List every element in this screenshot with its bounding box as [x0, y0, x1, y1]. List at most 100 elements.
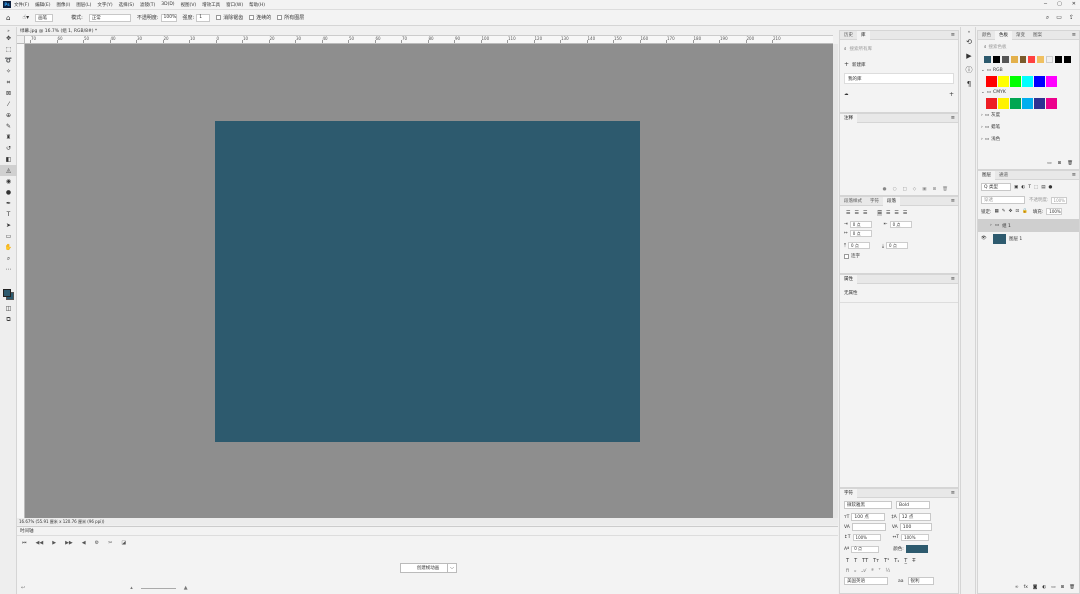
record-icon[interactable]: ● — [883, 187, 887, 192]
panel-menu-icon[interactable]: ≡ — [951, 198, 958, 204]
transition-icon[interactable]: ◪ — [121, 540, 126, 546]
tab-channels[interactable]: 通道 — [995, 171, 1012, 180]
convert-icon[interactable]: ↩ — [21, 585, 25, 591]
text-color-swatch[interactable] — [905, 545, 928, 553]
recent-swatch[interactable] — [1046, 56, 1054, 63]
tab-history[interactable]: 历史 — [840, 31, 857, 40]
tab-color[interactable]: 颜色 — [978, 31, 995, 40]
paint-bucket-icon[interactable]: ◬ — [0, 165, 17, 176]
first-line-field[interactable]: 0 点 — [849, 230, 872, 237]
crop-tool-icon[interactable]: ⌗ — [0, 77, 17, 88]
tab-gradients[interactable]: 渐变 — [1012, 31, 1029, 40]
hyphenate-checkbox[interactable] — [844, 253, 849, 259]
swatch[interactable] — [1046, 98, 1057, 109]
chevron-right-icon[interactable]: › — [990, 223, 992, 228]
all-layers-checkbox[interactable] — [277, 15, 283, 20]
tab-paragraph[interactable]: 段落 — [883, 196, 900, 206]
workspace-icon[interactable]: ▭ — [1056, 14, 1062, 22]
split-icon[interactable]: ✂ — [108, 540, 112, 546]
diamond-icon[interactable]: ◇ — [913, 187, 916, 192]
language-dropdown[interactable]: 美国英语 — [844, 577, 888, 585]
tab-libraries[interactable]: 库 — [857, 30, 870, 40]
layer-name[interactable]: 组 1 — [1002, 223, 1011, 229]
document-tab[interactable]: 绿幕.jpg @ 16.7% (组 1, RGB/8#) * — [17, 27, 833, 36]
swash-icon[interactable]: 𝒜 — [861, 568, 866, 574]
swatch-group-gray[interactable]: › ▭ 灰度 — [978, 109, 1079, 121]
justify-center-icon[interactable]: ☰ — [886, 210, 890, 216]
faux-italic-icon[interactable]: T — [854, 558, 857, 564]
create-library-button[interactable]: 新建库 — [852, 62, 866, 68]
pen-tool-icon[interactable]: ✒ — [0, 198, 17, 209]
panel-menu-icon[interactable]: ≡ — [951, 276, 958, 282]
zoom-in-icon[interactable]: ▲ — [184, 585, 188, 591]
new-layer-icon[interactable]: ⊞ — [1061, 585, 1065, 590]
align-center-icon[interactable]: ☰ — [854, 210, 858, 216]
tracking-field[interactable]: 100 — [899, 523, 932, 531]
filter-type-icon[interactable]: T — [1028, 185, 1031, 190]
marquee-tool-icon[interactable]: ⬚ — [0, 44, 17, 55]
recent-swatch[interactable] — [1028, 56, 1036, 63]
recent-swatch[interactable] — [1019, 56, 1027, 63]
horizontal-scale-field[interactable]: 100% — [901, 534, 930, 541]
strikethrough-icon[interactable]: T̶ — [912, 558, 915, 564]
strength-field[interactable]: 1 — [196, 13, 211, 22]
eye-icon[interactable]: 👁 — [981, 236, 990, 241]
path-select-icon[interactable]: ➤ — [0, 220, 17, 231]
font-size-field[interactable]: 100 点 — [851, 513, 886, 521]
menu-view[interactable]: 视图(V) — [181, 2, 197, 8]
swatch[interactable] — [1034, 76, 1045, 87]
circle-icon[interactable]: ○ — [893, 187, 897, 192]
minimize-button[interactable]: ─ — [1044, 1, 1047, 7]
foreground-color-swatch[interactable] — [3, 289, 11, 297]
recent-swatch[interactable] — [1001, 56, 1009, 63]
lock-position-icon[interactable]: ✥ — [1009, 209, 1013, 214]
hand-tool-icon[interactable]: ✋ — [0, 242, 17, 253]
recent-swatch[interactable] — [1064, 56, 1071, 63]
zoom-out-icon[interactable]: ▴ — [130, 585, 133, 591]
menu-plugins[interactable]: 增效工具 — [202, 2, 220, 8]
ordinal-icon[interactable]: ᵀ — [879, 568, 881, 574]
type-tool-icon[interactable]: T — [0, 209, 17, 220]
trash-icon[interactable]: 🗑 — [1069, 585, 1075, 590]
menu-select[interactable]: 选择(S) — [119, 2, 134, 8]
canvas-area[interactable] — [25, 44, 833, 518]
eraser-icon[interactable]: ◧ — [0, 154, 17, 165]
cloud-icon[interactable]: ☁ — [844, 92, 849, 97]
filter-pixel-icon[interactable]: ▣ — [1014, 185, 1018, 190]
layer-row[interactable]: 👁 图层 1 — [978, 232, 1079, 245]
swatch[interactable] — [1010, 76, 1021, 87]
swatch[interactable] — [1046, 76, 1057, 87]
brush-dropdown[interactable]: 画笔 — [35, 13, 54, 22]
magic-wand-icon[interactable]: ✧ — [0, 66, 17, 77]
swatch-group-pastel[interactable]: › ▭ 蜡笔 — [978, 121, 1079, 133]
camera-icon[interactable]: ▣ — [922, 187, 926, 192]
panel-menu-icon[interactable]: ≡ — [1072, 32, 1079, 38]
link-layers-icon[interactable]: ∞ — [1015, 585, 1019, 590]
layer-style-icon[interactable]: fx — [1024, 585, 1028, 590]
move-tool-icon[interactable]: ✥ — [0, 33, 17, 44]
info-icon[interactable]: ⓘ — [961, 63, 977, 77]
swatch[interactable] — [986, 76, 997, 87]
opacity-field[interactable]: 100% — [160, 13, 177, 22]
leading-field[interactable]: 12 点 — [898, 513, 931, 521]
swatch[interactable] — [1022, 98, 1033, 109]
close-button[interactable]: ✕ — [1072, 1, 1076, 7]
swatch[interactable] — [986, 98, 997, 109]
tab-swatches[interactable]: 色板 — [995, 30, 1012, 40]
tab-comments[interactable]: 注释 — [840, 113, 857, 123]
glyphs-icon[interactable]: ¶ — [961, 77, 977, 91]
justify-all-icon[interactable]: ☰ — [903, 210, 907, 216]
antialias-dropdown[interactable]: 锐利 — [907, 577, 934, 585]
fill-field[interactable]: 100% — [1046, 208, 1063, 215]
first-frame-icon[interactable]: ⏮ — [22, 540, 27, 546]
indent-right-field[interactable]: 0 点 — [889, 221, 912, 228]
audio-icon[interactable]: ◀ — [82, 540, 86, 546]
rectangle-tool-icon[interactable]: ▭ — [0, 231, 17, 242]
antialias-checkbox[interactable] — [216, 15, 222, 20]
new-group-icon[interactable]: ▭ — [1047, 161, 1051, 166]
recent-swatch[interactable] — [1010, 56, 1018, 63]
swatch[interactable] — [1010, 98, 1021, 109]
lock-all-icon[interactable]: 🔒 — [1022, 209, 1028, 214]
menu-file[interactable]: 文件(F) — [14, 2, 29, 8]
subscript-icon[interactable]: T₁ — [894, 558, 899, 564]
